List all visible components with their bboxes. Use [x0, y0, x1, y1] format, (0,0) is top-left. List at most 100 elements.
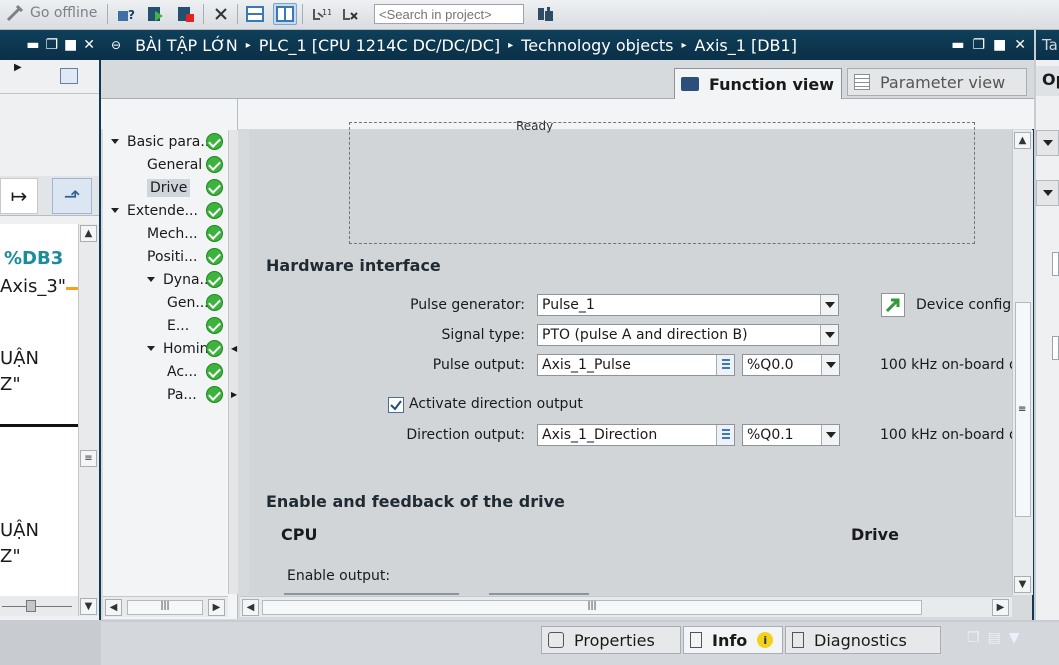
- maximize-icon[interactable]: ■: [64, 37, 77, 53]
- nav-item[interactable]: Basic para...: [111, 130, 214, 153]
- pulse-output-label: Pulse output:: [432, 357, 525, 373]
- expand-arrow-icon[interactable]: [147, 346, 155, 351]
- pulse-generator-label: Pulse generator:: [410, 297, 525, 313]
- left-toolbar: ▶: [0, 60, 99, 94]
- nav-item[interactable]: Positi...: [147, 245, 197, 268]
- search-in-project-input[interactable]: [374, 4, 524, 24]
- main-toolbar: Go offline ? 11: [0, 0, 1059, 30]
- status-ok-icon: [206, 271, 223, 288]
- expand-arrow-icon[interactable]: [111, 208, 119, 213]
- content-vscrollbar[interactable]: ▲ ≡ ▼: [1012, 130, 1033, 595]
- rung-text-1: UẬN: [0, 348, 39, 369]
- close-x-icon[interactable]: [209, 3, 233, 25]
- left-project-panel: ▬ ❐ ■ ✕ ▶ ↦ ⬏ %DB3 Axis_3" UẬN Z" UẬN Z"…: [0, 30, 101, 620]
- start-cpu-icon[interactable]: [144, 3, 168, 25]
- direction-output-field[interactable]: Axis_1_Direction: [537, 424, 735, 446]
- breadcrumb-folder[interactable]: Technology objects: [521, 36, 673, 55]
- device-config-icon[interactable]: [881, 293, 905, 317]
- status-ok-icon: [206, 386, 223, 403]
- expand-arrow-icon[interactable]: ▶: [14, 62, 22, 73]
- search-project-icon[interactable]: [533, 3, 557, 25]
- minimize-icon[interactable]: ▬: [951, 37, 964, 53]
- pulse-output-note: 100 kHz on-board ou: [880, 357, 1027, 373]
- properties-icon: [548, 632, 564, 648]
- user-screen-icon[interactable]: [60, 68, 78, 84]
- coil-arrow-icon[interactable]: ↦: [0, 178, 38, 214]
- tab-properties[interactable]: Properties: [541, 626, 681, 654]
- tab-function-view[interactable]: Function view: [674, 68, 842, 99]
- nav-item[interactable]: Ac...: [167, 360, 197, 383]
- chevron-down-icon[interactable]: [820, 295, 838, 315]
- chevron-down-icon[interactable]: [820, 325, 838, 345]
- nav-hscrollbar[interactable]: ◀ ||| ▶: [103, 596, 228, 617]
- collapse-icon[interactable]: ▼: [1009, 630, 1020, 646]
- breadcrumb-plc[interactable]: PLC_1 [CPU 1214C DC/DC/DC]: [259, 36, 500, 55]
- tab-info[interactable]: Info i: [683, 626, 783, 654]
- tab-parameter-view[interactable]: Parameter view: [847, 68, 1027, 96]
- restore-icon[interactable]: ❐: [967, 630, 980, 646]
- nav-item[interactable]: E...: [167, 314, 189, 337]
- menu-icon[interactable]: ▤: [988, 630, 1001, 646]
- accessible-devices-icon[interactable]: ?: [114, 3, 138, 25]
- activate-direction-label: Activate direction output: [409, 396, 583, 412]
- go-offline-icon: [6, 4, 24, 22]
- hardware-interface-title: Hardware interface: [266, 256, 441, 275]
- expand-arrow-icon[interactable]: [147, 277, 155, 282]
- left-vscrollbar[interactable]: ▲ ≡ ▼: [78, 224, 99, 616]
- right-panel-section: Op: [1036, 66, 1059, 96]
- nav-item[interactable]: Extende...: [111, 199, 198, 222]
- nav-item-label: General: [147, 156, 203, 173]
- restore-icon[interactable]: ❐: [45, 37, 58, 53]
- nav-item-label: Positi...: [147, 248, 198, 265]
- rung-text-3: UẬN: [0, 520, 39, 541]
- pulse-output-field[interactable]: Axis_1_Pulse: [537, 354, 735, 376]
- zoom-slider[interactable]: [0, 596, 78, 616]
- status-ok-icon: [206, 179, 223, 196]
- signal-type-select[interactable]: PTO (pulse A and direction B): [537, 324, 839, 346]
- status-ok-icon: [206, 363, 223, 380]
- nav-item-label: Ac...: [167, 363, 198, 380]
- tag-list-icon[interactable]: [716, 425, 734, 445]
- split-vertical-icon[interactable]: [273, 3, 297, 25]
- chevron-down-icon[interactable]: [821, 355, 839, 375]
- content-hscrollbar[interactable]: ◀ ||| ▶: [240, 596, 1012, 617]
- nav-item[interactable]: Drive: [147, 176, 191, 199]
- breadcrumb-object[interactable]: Axis_1 [DB1]: [695, 36, 797, 55]
- minimize-icon[interactable]: ▬: [26, 37, 39, 53]
- close-icon[interactable]: ✕: [83, 37, 95, 53]
- activate-direction-checkbox[interactable]: [388, 397, 404, 413]
- nav-item[interactable]: General: [147, 153, 202, 176]
- function-view-icon: [681, 77, 699, 91]
- expand-arrow-icon[interactable]: [111, 139, 119, 144]
- tag-list-icon[interactable]: [716, 355, 734, 375]
- chevron-down-icon[interactable]: [1036, 130, 1059, 156]
- nav-item[interactable]: Mech...: [147, 222, 198, 245]
- split-horizontal-icon[interactable]: [243, 3, 267, 25]
- restore-icon[interactable]: ❐: [972, 37, 985, 53]
- tab-diagnostics[interactable]: Diagnostics: [785, 626, 941, 654]
- pulse-generator-select[interactable]: Pulse_1: [537, 294, 839, 316]
- nav-item[interactable]: Pa...: [167, 383, 197, 406]
- status-ok-icon: [206, 340, 223, 357]
- nav-splitter[interactable]: ◀ ▶: [228, 130, 238, 594]
- right-task-panel: Ta Op: [1036, 30, 1059, 620]
- breadcrumb-project[interactable]: BÀI TẬP LỚN: [135, 36, 238, 55]
- device-config-link[interactable]: Device configu: [916, 297, 1020, 313]
- direction-output-note: 100 kHz on-board ou: [880, 427, 1027, 443]
- close-icon[interactable]: ✕: [1014, 37, 1026, 53]
- nav-item[interactable]: Dyna...: [147, 268, 213, 291]
- chevron-down-icon[interactable]: [821, 425, 839, 445]
- stop-cpu-icon[interactable]: [174, 3, 198, 25]
- inspector-window-controls[interactable]: ❐ ▤ ▼: [967, 630, 1020, 646]
- chevron-down-icon[interactable]: [1036, 180, 1059, 206]
- cross-reference-icon[interactable]: 11: [309, 3, 333, 25]
- rung-text-4: Z": [0, 546, 21, 567]
- go-offline-button[interactable]: Go offline: [6, 4, 97, 22]
- unlink-icon[interactable]: [339, 3, 363, 25]
- maximize-icon[interactable]: ■: [993, 37, 1006, 53]
- svg-text:11: 11: [322, 8, 331, 17]
- branch-open-icon[interactable]: ⬏: [52, 178, 92, 214]
- nav-item[interactable]: Gen...: [167, 291, 209, 314]
- signal-type-label: Signal type:: [441, 327, 525, 343]
- nav-item-label: Drive: [147, 178, 191, 197]
